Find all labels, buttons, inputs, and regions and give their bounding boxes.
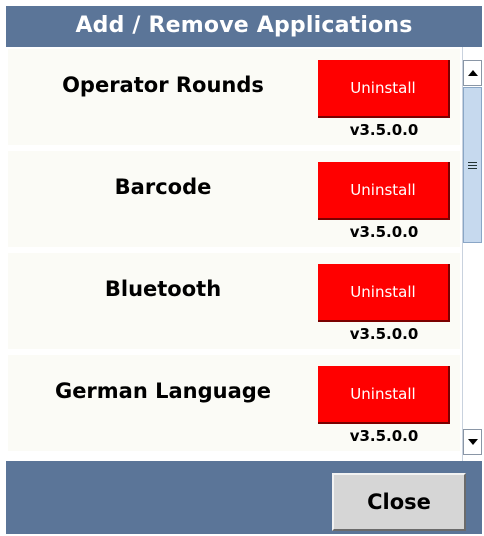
app-row-german-language: German Language Uninstall v3.5.0.0 — [8, 355, 460, 451]
app-row-operator-rounds: Operator Rounds Uninstall v3.5.0.0 — [8, 49, 460, 145]
uninstall-button[interactable]: Uninstall — [318, 264, 450, 322]
app-row-bluetooth: Bluetooth Uninstall v3.5.0.0 — [8, 253, 460, 349]
app-version: v3.5.0.0 — [349, 121, 419, 139]
uninstall-button[interactable]: Uninstall — [318, 366, 450, 424]
app-version: v3.5.0.0 — [349, 427, 419, 445]
app-name: Bluetooth — [104, 277, 222, 301]
scroll-down-button[interactable] — [463, 429, 482, 455]
uninstall-button[interactable]: Uninstall — [318, 162, 450, 220]
app-name: Barcode — [114, 175, 212, 199]
application-list: Operator Rounds Uninstall v3.5.0.0 Barco… — [6, 47, 462, 461]
uninstall-button[interactable]: Uninstall — [318, 60, 450, 118]
close-button[interactable]: Close — [332, 473, 466, 531]
scroll-up-button[interactable] — [463, 60, 482, 86]
app-name: German Language — [54, 379, 272, 403]
vertical-scrollbar[interactable] — [462, 47, 482, 461]
application-list-panel: Operator Rounds Uninstall v3.5.0.0 Barco… — [6, 47, 482, 461]
scroll-up-arrow-icon — [467, 70, 478, 76]
scroll-down-arrow-icon — [467, 439, 478, 445]
app-version: v3.5.0.0 — [349, 325, 419, 343]
app-name: Operator Rounds — [62, 73, 264, 97]
add-remove-applications-window: Add / Remove Applications Operator Round… — [6, 6, 482, 534]
window-title: Add / Remove Applications — [75, 12, 413, 38]
footer-bar: Close — [6, 461, 482, 534]
scroll-thumb[interactable] — [463, 87, 482, 243]
app-version: v3.5.0.0 — [349, 223, 419, 241]
app-row-barcode: Barcode Uninstall v3.5.0.0 — [8, 151, 460, 247]
scroll-grip-icon — [468, 161, 477, 169]
